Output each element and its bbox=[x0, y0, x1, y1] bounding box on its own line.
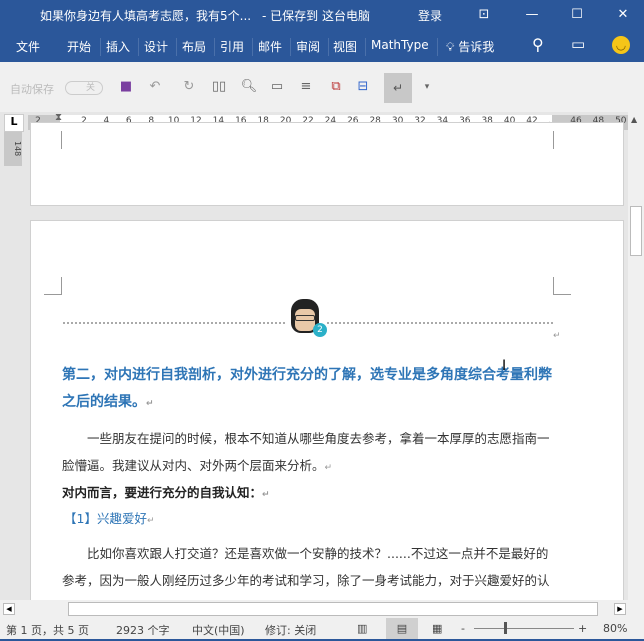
print-layout-icon[interactable]: ▤ bbox=[386, 618, 418, 639]
tab-file[interactable]: 文件 bbox=[16, 38, 40, 55]
redo-icon[interactable]: ↻ bbox=[180, 78, 198, 96]
vertical-scrollbar[interactable]: ▲ bbox=[628, 112, 644, 600]
tab-review[interactable]: 审阅 bbox=[296, 38, 320, 55]
sub-heading: 【1】兴趣爱好↵ bbox=[64, 511, 155, 526]
customize-toolbar-icon[interactable]: ▾ bbox=[418, 78, 436, 96]
smiley-feedback-icon[interactable]: ◡ bbox=[612, 36, 630, 54]
tell-me-search[interactable]: 💡︎ 告诉我 bbox=[446, 38, 494, 55]
paragraph-mark-icon[interactable]: ↵ bbox=[384, 73, 412, 103]
zoom-out-button[interactable]: - bbox=[461, 622, 465, 635]
tab-home[interactable]: 开始 bbox=[67, 38, 91, 55]
scroll-right-icon[interactable]: ▶ bbox=[614, 603, 626, 615]
word-count[interactable]: 2923 个字 bbox=[116, 622, 170, 638]
comments-icon[interactable]: ▭ bbox=[571, 35, 585, 53]
tab-references[interactable]: 引用 bbox=[220, 38, 244, 55]
vertical-ruler: 148 bbox=[4, 132, 22, 166]
share-icon[interactable]: ⚲ bbox=[532, 35, 544, 54]
status-bar: 第 1 页，共 5 页 2923 个字 中文(中国) 修订: 关闭 ▥ ▤ ▦ … bbox=[0, 618, 644, 641]
position-icon[interactable]: ⧉ bbox=[327, 78, 345, 96]
paragraph: 比如你喜欢跟人打交道？还是喜欢做一个安静的技术？......不过这一点并不是最好… bbox=[62, 546, 550, 588]
login-button[interactable]: 登录 bbox=[418, 7, 442, 24]
web-layout-icon[interactable]: ▦ bbox=[432, 622, 442, 635]
tab-view[interactable]: 视图 bbox=[333, 38, 357, 55]
section-heading: 第二，对内进行自我剖析，对外进行充分的了解，选专业是多角度综合考量利弊之后的结果… bbox=[62, 367, 552, 410]
print-preview-icon[interactable]: 🔍︎ bbox=[240, 78, 258, 96]
page-icon[interactable]: ▭ bbox=[268, 78, 286, 96]
document-title: 如果你身边有人填高考志愿，我有5个... bbox=[40, 9, 252, 23]
tab-mailings[interactable]: 邮件 bbox=[258, 38, 282, 55]
language[interactable]: 中文(中国) bbox=[192, 622, 245, 638]
zoom-in-button[interactable]: + bbox=[578, 622, 587, 635]
tab-insert[interactable]: 插入 bbox=[106, 38, 130, 55]
tab-design[interactable]: 设计 bbox=[144, 38, 168, 55]
avatar-badge: 2 bbox=[313, 323, 327, 337]
ribbon-tabs: 文件 开始 插入 设计 布局 引用 邮件 审阅 视图 MathType 💡︎ 告… bbox=[0, 30, 644, 62]
page-count[interactable]: 第 1 页，共 5 页 bbox=[6, 622, 89, 638]
save-icon[interactable]: ■ bbox=[117, 78, 135, 96]
tab-stop-selector[interactable]: L bbox=[4, 114, 24, 132]
minimize-button[interactable]: — bbox=[521, 4, 543, 26]
zoom-slider-thumb[interactable] bbox=[504, 622, 507, 634]
tab-mathtype[interactable]: MathType bbox=[371, 38, 429, 52]
autosave-label: 自动保存 bbox=[10, 83, 54, 96]
scroll-thumb[interactable] bbox=[630, 206, 642, 256]
paragraph: 一些朋友在提问的时候，根本不知道从哪些角度去参考，拿着一本厚厚的志愿指南一脸懵逼… bbox=[62, 431, 550, 473]
undo-icon[interactable]: ↶ bbox=[146, 78, 164, 96]
maximize-button[interactable]: ☐ bbox=[566, 4, 588, 26]
ribbon-display-icon[interactable]: ⊡ bbox=[473, 4, 495, 26]
autosave-toggle[interactable]: 关 bbox=[65, 81, 103, 95]
zoom-slider[interactable] bbox=[474, 628, 574, 629]
title-bar: 如果你身边有人填高考志愿，我有5个... - 已保存到 这台电脑 登录 ⊡ — … bbox=[0, 0, 644, 30]
scroll-thumb[interactable] bbox=[68, 602, 598, 616]
read-mode-icon[interactable]: ▥ bbox=[357, 622, 367, 635]
tab-layout[interactable]: 布局 bbox=[182, 38, 206, 55]
avatar: 2 bbox=[285, 297, 327, 341]
save-status: - 已保存到 这台电脑 bbox=[262, 9, 370, 23]
text-cursor-icon: I bbox=[502, 358, 507, 374]
zoom-level[interactable]: 80% bbox=[603, 622, 627, 635]
scroll-left-icon[interactable]: ◀ bbox=[3, 603, 15, 615]
read-mode-icon[interactable]: ▯▯ bbox=[210, 78, 228, 96]
text-wrap-icon[interactable]: ≡ bbox=[297, 78, 315, 96]
page-break-icon[interactable]: ⊟ bbox=[354, 78, 372, 96]
close-button[interactable]: ✕ bbox=[612, 4, 634, 26]
quick-access-toolbar: 自动保存 关 ■ ↶ ↻ ▯▯ 🔍︎ ▭ ≡ ⧉ ⊟ ↵ ▾ bbox=[0, 62, 644, 112]
horizontal-scrollbar[interactable]: ◀ ▶ bbox=[0, 600, 644, 618]
track-changes[interactable]: 修订: 关闭 bbox=[265, 622, 316, 638]
previous-page bbox=[30, 122, 624, 206]
tell-me-label: 告诉我 bbox=[458, 40, 495, 54]
lightbulb-icon: 💡︎ bbox=[446, 40, 455, 54]
